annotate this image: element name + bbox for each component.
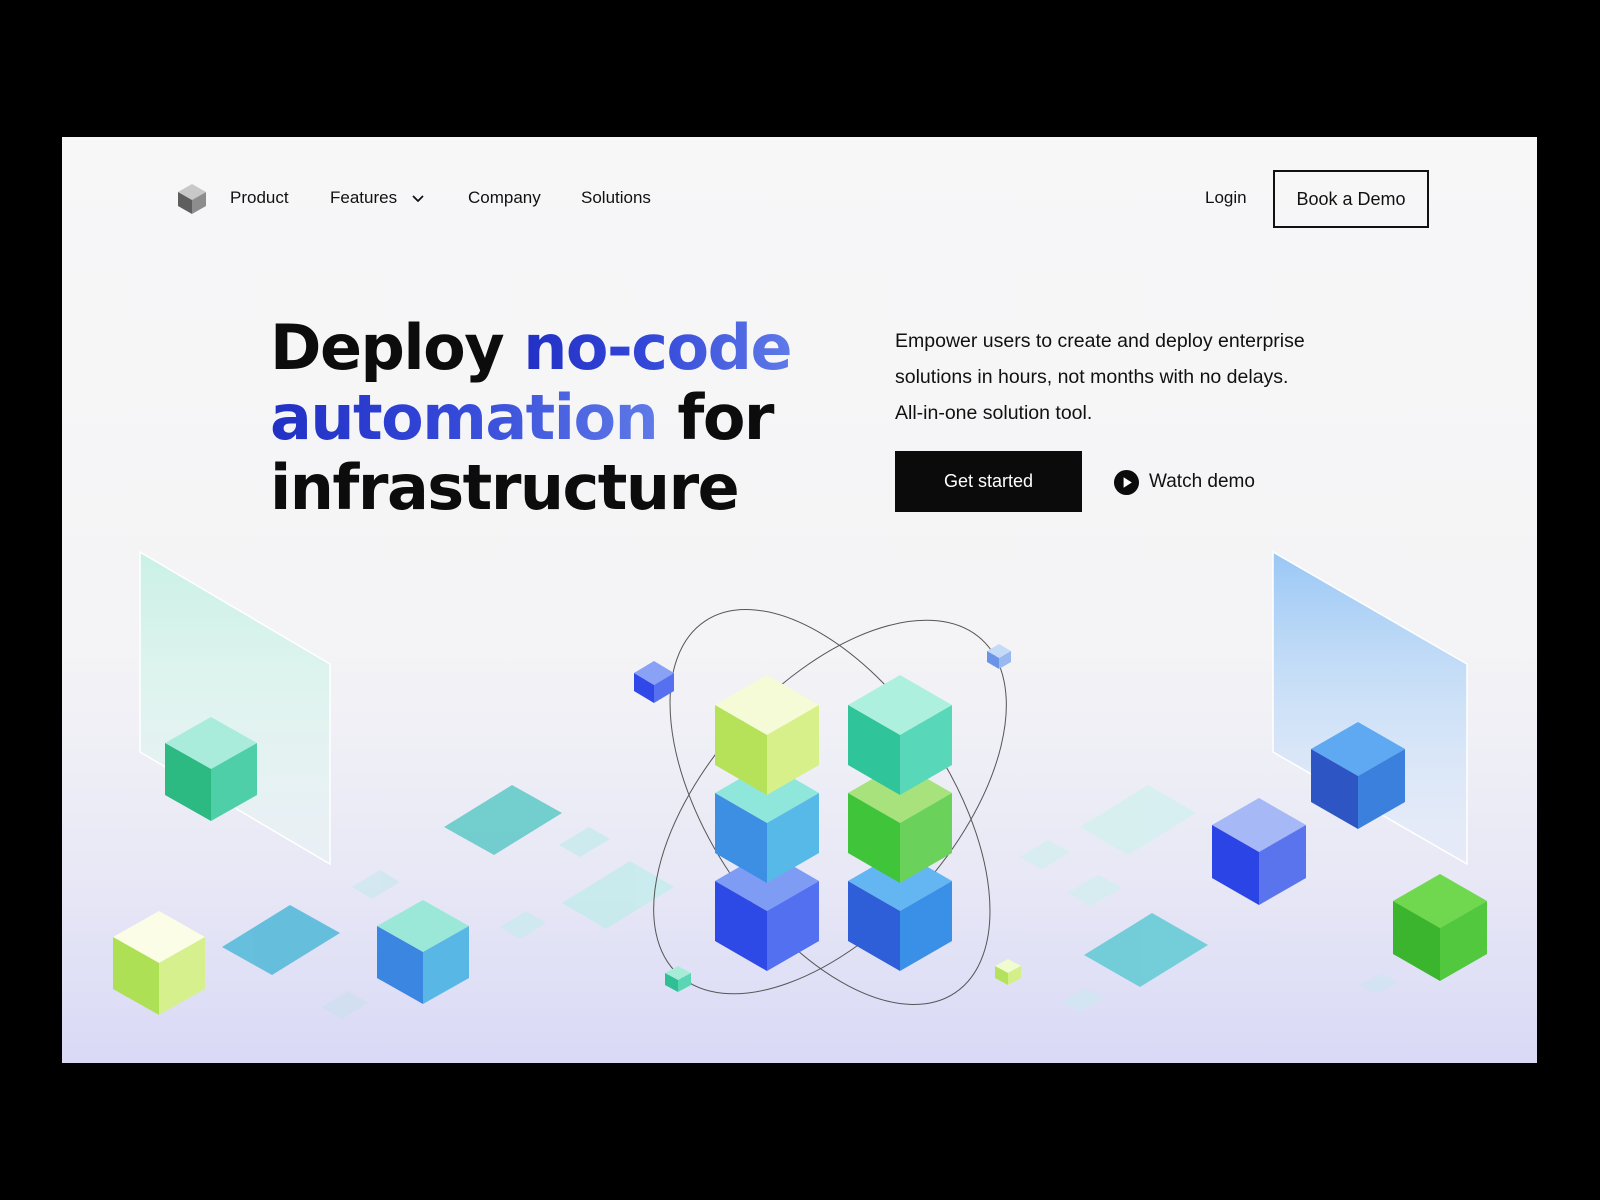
headline-text-1: Deploy [270, 311, 524, 384]
floor-tiles [222, 785, 1398, 1019]
nav-link-company[interactable]: Company [468, 187, 541, 209]
login-link[interactable]: Login [1205, 187, 1247, 209]
orbit-cube-sky [987, 644, 1011, 669]
nav-link-solutions[interactable]: Solutions [581, 187, 651, 209]
orbit-cube-royal [634, 661, 674, 703]
glass-panel-right [1272, 550, 1468, 866]
cube-stack-right [848, 675, 952, 971]
cube-lime-left [113, 911, 205, 1015]
nav-link-features-label: Features [330, 188, 398, 207]
cube-green-right [1393, 874, 1487, 981]
nav-link-product[interactable]: Product [230, 187, 289, 209]
play-circle-icon [1113, 469, 1140, 495]
glass-panel-left [139, 550, 331, 866]
cube-royal-right [1212, 798, 1306, 905]
cube-stack-left [715, 675, 819, 971]
watch-demo-label: Watch demo [1149, 471, 1255, 492]
hero-headline: Deploy no-code automation for infrastructu… [270, 313, 830, 523]
watch-demo-button[interactable]: Watch demo [1113, 467, 1255, 497]
orbit-rings [653, 609, 1007, 1005]
cube-logo-icon[interactable] [176, 183, 208, 215]
cube-teal-left [165, 717, 257, 821]
headline-text-3: infrastructure [270, 451, 740, 524]
headline-highlight-1: no-code [523, 311, 792, 384]
orbit-cube-lime [995, 959, 1021, 985]
chevron-down-icon [412, 195, 424, 202]
orbit-cube-teal [665, 966, 691, 992]
get-started-button[interactable]: Get started [895, 451, 1082, 512]
headline-highlight-2: automation [270, 381, 659, 454]
cube-blue-left [377, 900, 469, 1004]
nav-link-features[interactable]: Features [330, 187, 424, 209]
cube-blue-right-panel [1311, 722, 1405, 829]
book-demo-button[interactable]: Book a Demo [1273, 170, 1429, 228]
hero-subtext: Empower users to create and deploy enter… [895, 330, 1305, 424]
landing-page: Product Features Company Solutions Login… [62, 137, 1537, 1063]
top-navigation: Product Features Company Solutions Login… [62, 137, 1537, 257]
isometric-cubes-illustration [113, 550, 1487, 1019]
headline-text-2: for [657, 381, 774, 454]
